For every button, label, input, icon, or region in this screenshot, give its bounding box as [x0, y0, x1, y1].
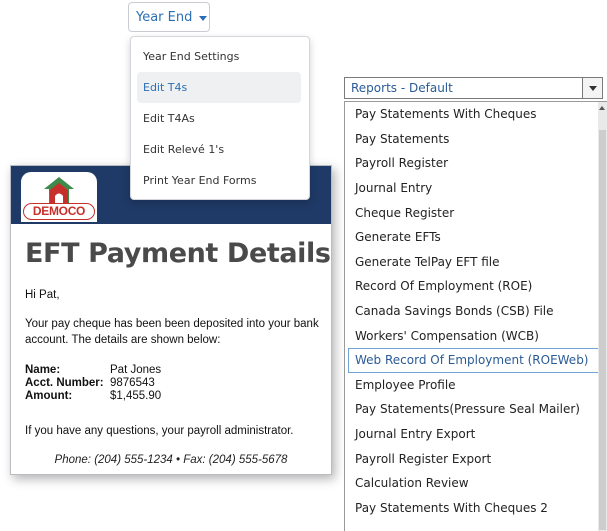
reports-select[interactable]: Reports - Default [344, 77, 603, 99]
report-option[interactable]: Generate EFTs [345, 225, 607, 250]
report-option[interactable]: Payroll Register Export [345, 446, 607, 471]
menu-item-edit-releve-1s[interactable]: Edit Relevé 1's [137, 134, 301, 165]
reports-list: Pay Statements With Cheques Pay Statemen… [344, 101, 607, 531]
report-option[interactable]: Calculation Review [345, 471, 607, 496]
year-end-menu: Year End Settings Edit T4s Edit T4As Edi… [130, 36, 310, 200]
report-option[interactable]: Pay Statements [345, 127, 607, 152]
report-option[interactable]: Workers' Compensation (WCB) [345, 323, 607, 348]
house-logo-icon [44, 177, 74, 203]
year-end-label: Year End [136, 9, 193, 25]
name-value: Pat Jones [110, 364, 162, 376]
dropdown-arrow-icon[interactable] [582, 78, 602, 98]
reports-select-value: Reports - Default [351, 81, 453, 95]
report-option[interactable]: Pay Statements(Pressure Seal Mailer) [345, 397, 607, 422]
report-option[interactable]: Payroll Register [345, 151, 607, 176]
amount-value: $1,455.90 [110, 390, 162, 402]
menu-item-edit-t4as[interactable]: Edit T4As [137, 103, 301, 134]
email-greeting: Hi Pat, [25, 289, 60, 301]
report-option[interactable]: Employee Profile [345, 373, 607, 398]
acct-value: 9876543 [110, 377, 155, 389]
menu-item-year-end-settings[interactable]: Year End Settings [137, 41, 301, 72]
democo-logo: DEMOCO [21, 172, 97, 222]
email-questions: If you have any questions, your payroll … [25, 425, 294, 437]
email-title: EFT Payment Details [25, 238, 331, 269]
report-option[interactable]: Journal Entry [345, 176, 607, 201]
menu-item-print-year-end-forms[interactable]: Print Year End Forms [137, 165, 301, 196]
amount-label: Amount: [25, 390, 73, 402]
scroll-up-arrow-icon[interactable] [599, 106, 605, 110]
report-option[interactable]: Record Of Employment (ROE) [345, 274, 607, 299]
logo-text: DEMOCO [23, 203, 95, 220]
scrollbar-thumb[interactable] [599, 130, 606, 530]
report-option[interactable]: Generate TelPay EFT file [345, 250, 607, 275]
report-option[interactable]: Pay Statements With Cheques 2 [345, 496, 607, 521]
report-option[interactable]: Journal Entry Export [345, 422, 607, 447]
menu-item-edit-t4s[interactable]: Edit T4s [137, 72, 301, 103]
report-option[interactable]: Cheque Register [345, 200, 607, 225]
name-label: Name: [25, 364, 61, 376]
acct-label: Acct. Number: [25, 377, 104, 389]
year-end-button[interactable]: Year End [128, 2, 210, 32]
caret-down-icon [199, 15, 208, 21]
payment-details: Name: Pat Jones Acct. Number: 9876543 Amou… [25, 364, 161, 403]
email-message: Your pay cheque has been been deposited … [25, 318, 319, 346]
email-footer-contact: Phone: (204) 555-1234 • Fax: (204) 555-5… [54, 454, 288, 466]
reports-scrollbar[interactable] [598, 102, 607, 531]
report-option[interactable]: Canada Savings Bonds (CSB) File [345, 299, 607, 324]
report-option[interactable]: Pay Statements With Cheques [345, 102, 607, 127]
report-option-highlighted[interactable]: Web Record Of Employment (ROEWeb) [348, 347, 604, 373]
eft-email-card: DEMOCO EFT Payment Details Hi Pat, Your … [10, 165, 332, 475]
